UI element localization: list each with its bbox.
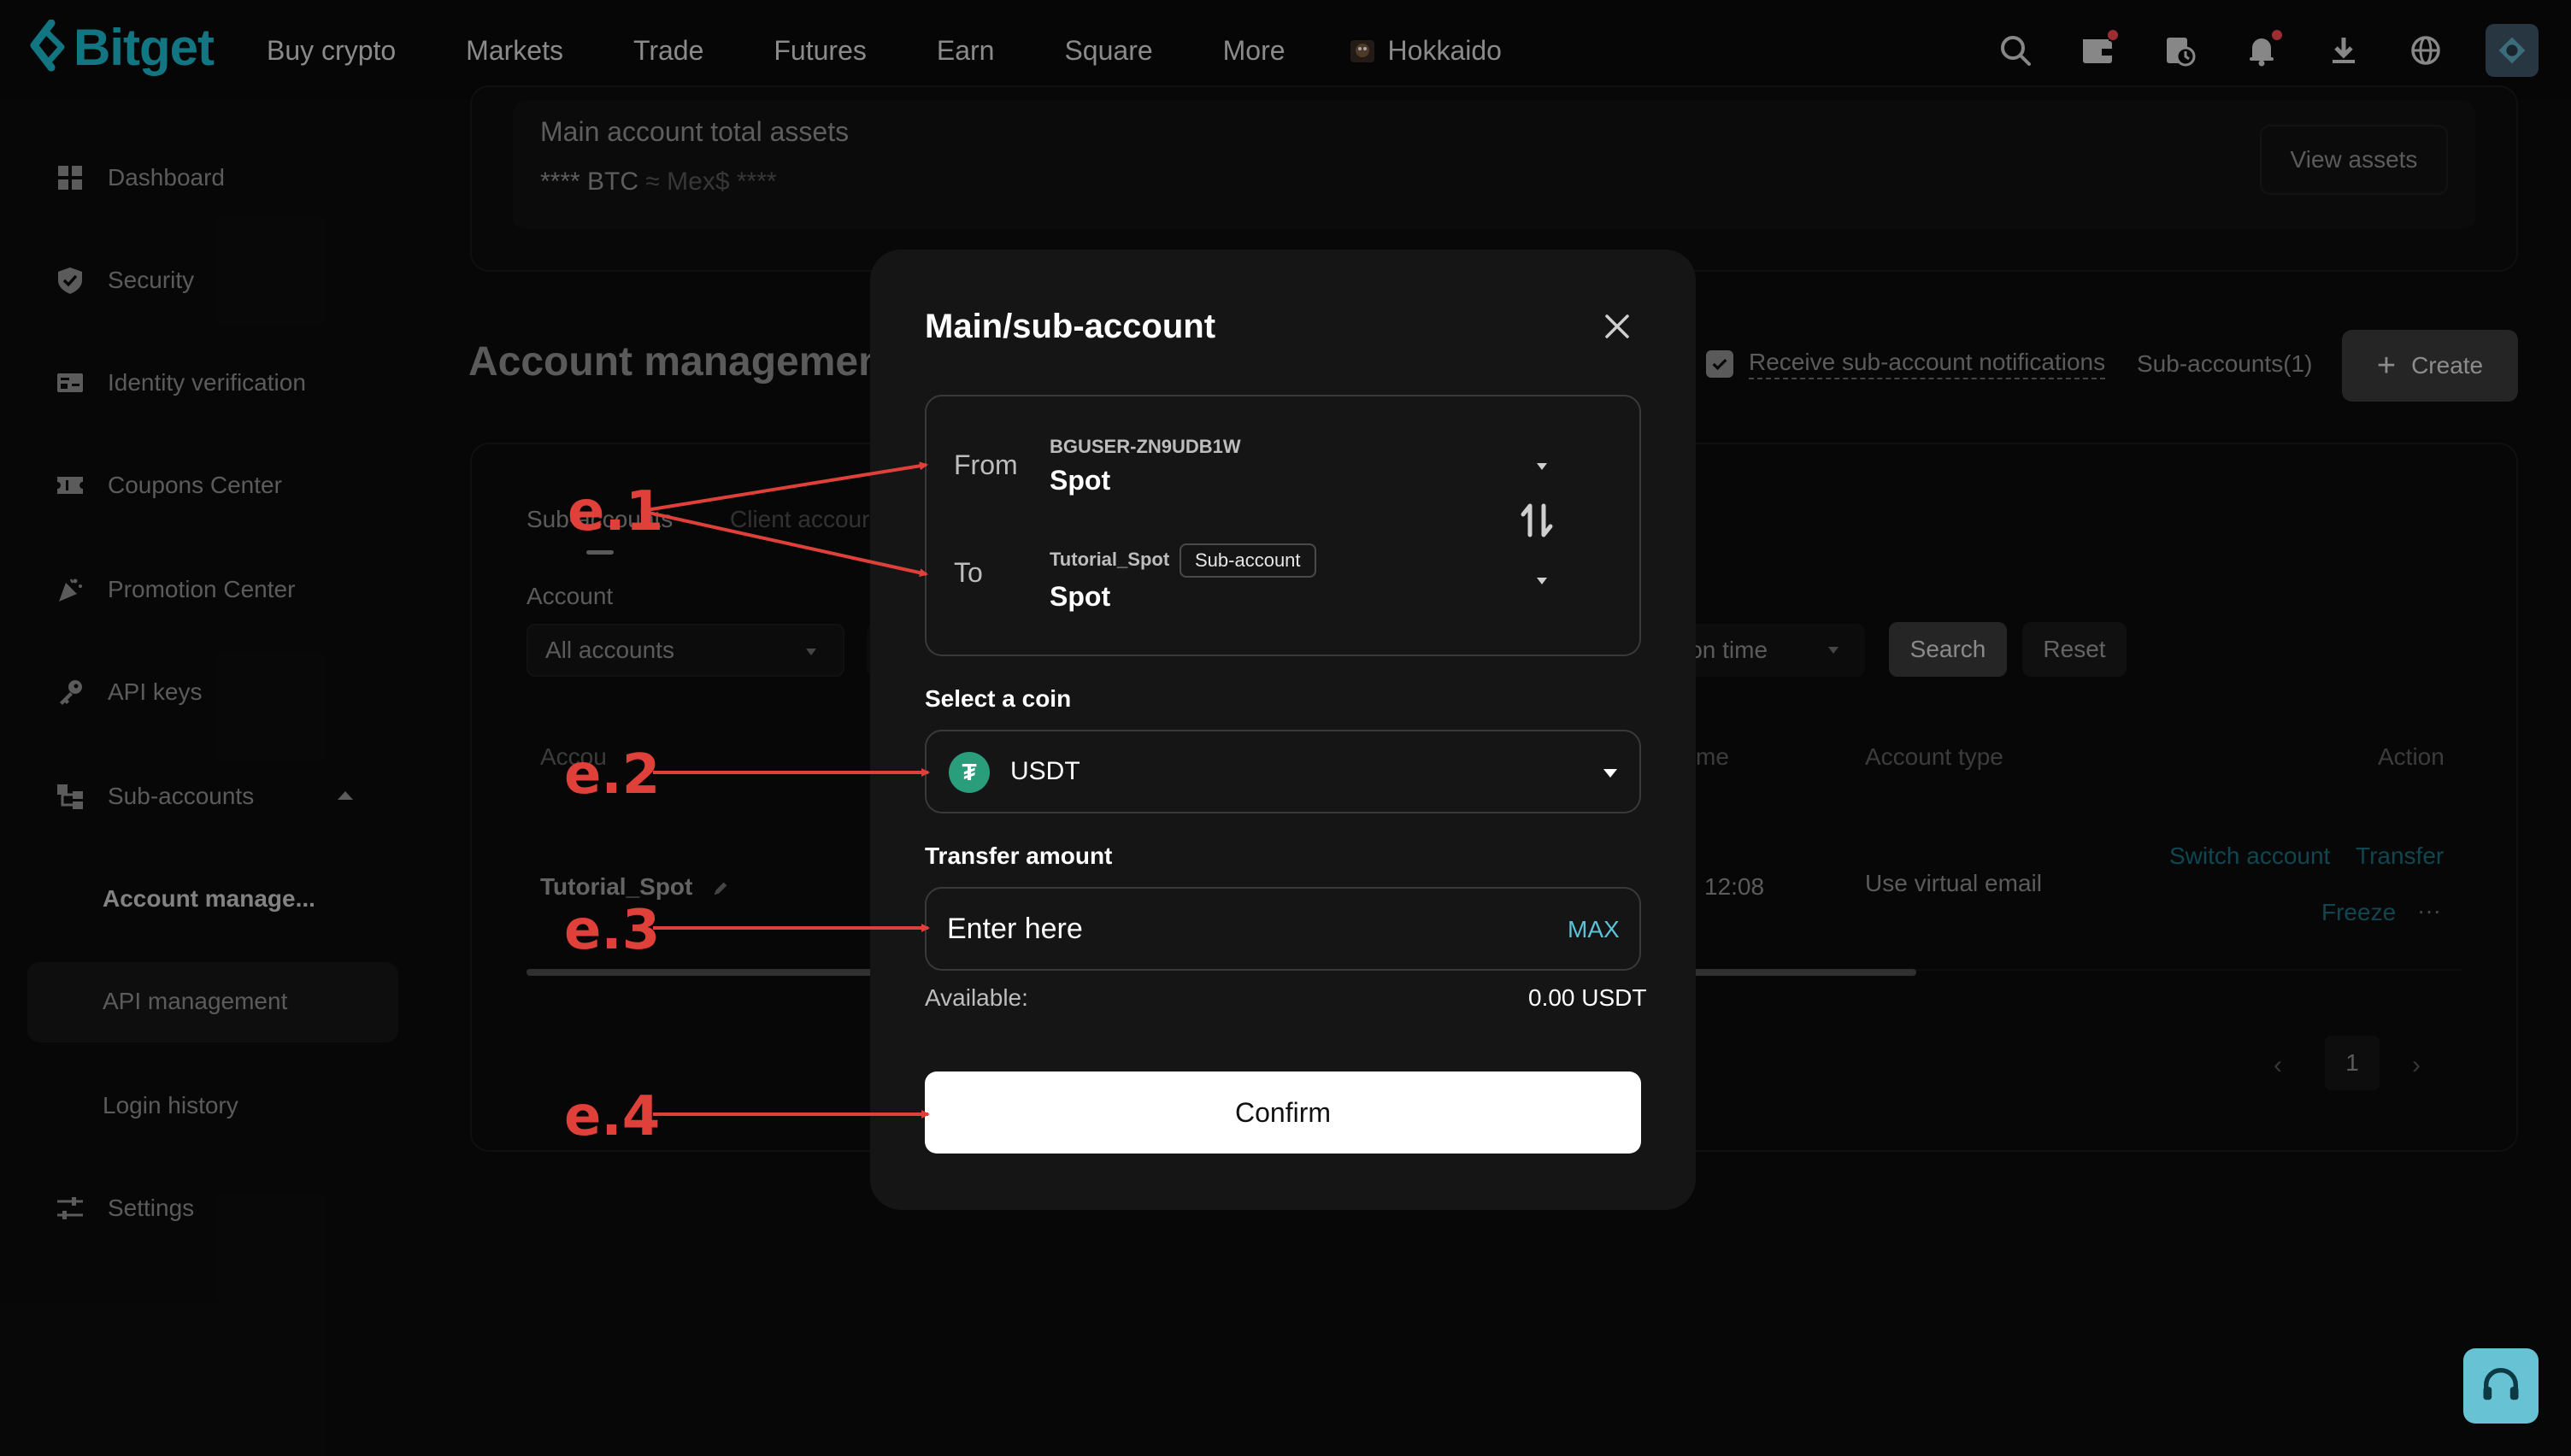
swap-icon[interactable]	[1520, 501, 1554, 540]
max-button[interactable]: MAX	[1568, 916, 1620, 943]
transfer-modal: Main/sub-account From BGUSER-ZN9UDB1W Sp…	[870, 250, 1696, 1210]
modal-title: Main/sub-account	[925, 308, 1216, 345]
sub-account-badge: Sub-account	[1180, 543, 1316, 578]
from-label: From	[954, 449, 1018, 480]
from-account-name: BGUSER-ZN9UDB1W	[1050, 436, 1241, 457]
annotation-label-e3: e.3	[564, 899, 661, 962]
available-label: Available:	[925, 984, 1028, 1011]
annotation-label-e1: e.1	[568, 480, 664, 543]
available-value: 0.00 USDT	[1528, 984, 1647, 1011]
to-account-name: Tutorial_Spot	[1050, 549, 1170, 570]
chevron-down-icon	[1603, 769, 1617, 778]
to-label: To	[954, 557, 983, 588]
chevron-down-icon[interactable]	[1535, 461, 1549, 472]
annotation-label-e2: e.2	[564, 743, 661, 807]
to-wallet[interactable]: Spot	[1050, 581, 1110, 613]
amount-input[interactable]	[947, 907, 1460, 950]
close-icon[interactable]	[1602, 311, 1633, 342]
amount-field[interactable]: MAX	[925, 887, 1641, 971]
from-wallet[interactable]: Spot	[1050, 465, 1110, 496]
usdt-icon: ₮	[949, 752, 990, 793]
chevron-down-icon[interactable]	[1535, 576, 1549, 586]
headset-icon	[2483, 1367, 2519, 1400]
coin-select[interactable]: ₮ USDT	[925, 730, 1641, 813]
transfer-amount-label: Transfer amount	[925, 842, 1113, 869]
support-button[interactable]	[2463, 1348, 2539, 1424]
coin-name: USDT	[1010, 757, 1080, 785]
confirm-button[interactable]: Confirm	[925, 1071, 1641, 1154]
select-coin-label: Select a coin	[925, 685, 1072, 712]
annotation-label-e4: e.4	[564, 1085, 661, 1148]
